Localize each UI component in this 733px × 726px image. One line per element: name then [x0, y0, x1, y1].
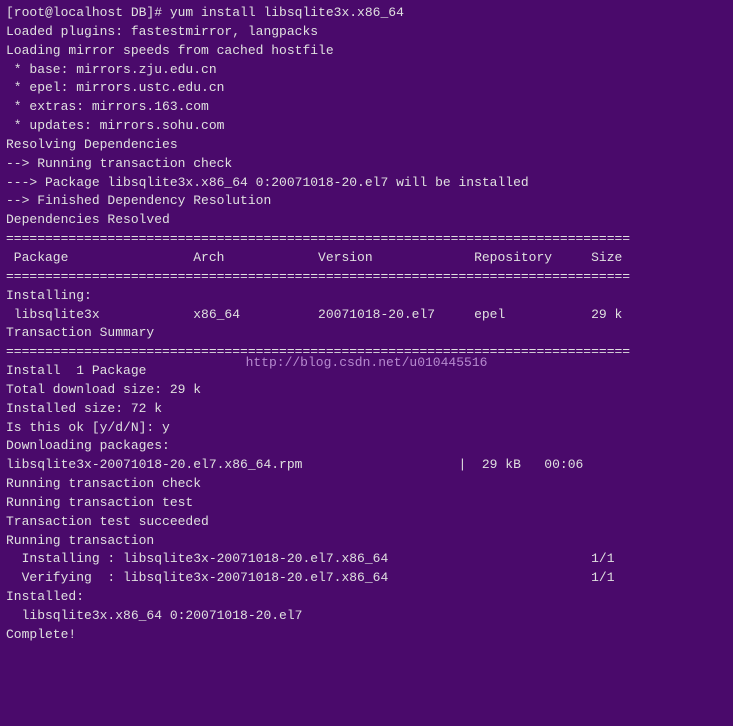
terminal-line: libsqlite3x x86_64 20071018-20.el7 epel … — [6, 306, 727, 325]
terminal-line: Transaction test succeeded — [6, 513, 727, 532]
terminal-line: Downloading packages: — [6, 437, 727, 456]
terminal-line: --> Finished Dependency Resolution — [6, 192, 727, 211]
terminal-line: libsqlite3x-20071018-20.el7.x86_64.rpm |… — [6, 456, 727, 475]
terminal-line: Running transaction — [6, 532, 727, 551]
terminal-line: Complete! — [6, 626, 727, 645]
terminal-line: libsqlite3x.x86_64 0:20071018-20.el7 — [6, 607, 727, 626]
terminal-line: * base: mirrors.zju.edu.cn — [6, 61, 727, 80]
terminal-line: Transaction Summary — [6, 324, 727, 343]
terminal-line: Installing: — [6, 287, 727, 306]
terminal-line: Installing : libsqlite3x-20071018-20.el7… — [6, 550, 727, 569]
terminal-line: Installed: — [6, 588, 727, 607]
terminal-output: [root@localhost DB]# yum install libsqli… — [6, 4, 727, 645]
terminal-line: Loading mirror speeds from cached hostfi… — [6, 42, 727, 61]
terminal-line: ========================================… — [6, 230, 727, 249]
terminal-window: [root@localhost DB]# yum install libsqli… — [0, 0, 733, 726]
watermark: http://blog.csdn.net/u010445516 — [246, 355, 488, 370]
terminal-line: Running transaction check — [6, 475, 727, 494]
terminal-line: Verifying : libsqlite3x-20071018-20.el7.… — [6, 569, 727, 588]
terminal-line: Resolving Dependencies — [6, 136, 727, 155]
terminal-line: Dependencies Resolved — [6, 211, 727, 230]
terminal-line: Installed size: 72 k — [6, 400, 727, 419]
terminal-line: --> Running transaction check — [6, 155, 727, 174]
terminal-line: * extras: mirrors.163.com — [6, 98, 727, 117]
terminal-line: [root@localhost DB]# yum install libsqli… — [6, 4, 727, 23]
terminal-line: Loaded plugins: fastestmirror, langpacks — [6, 23, 727, 42]
terminal-line: Total download size: 29 k — [6, 381, 727, 400]
terminal-line: Running transaction test — [6, 494, 727, 513]
terminal-line: Package Arch Version Repository Size — [6, 249, 727, 268]
terminal-line: * updates: mirrors.sohu.com — [6, 117, 727, 136]
terminal-line: ========================================… — [6, 268, 727, 287]
terminal-line: * epel: mirrors.ustc.edu.cn — [6, 79, 727, 98]
terminal-line: Is this ok [y/d/N]: y — [6, 419, 727, 438]
terminal-line: ---> Package libsqlite3x.x86_64 0:200710… — [6, 174, 727, 193]
